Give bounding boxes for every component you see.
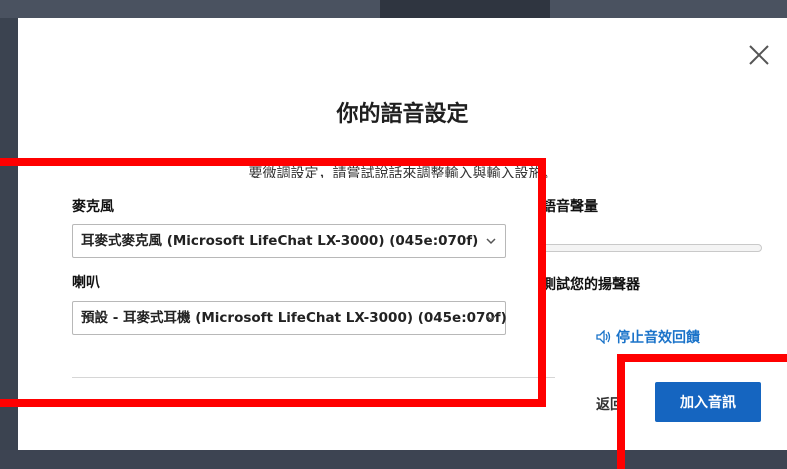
dialog-title: 你的語音設定: [336, 102, 469, 127]
back-button[interactable]: 返回: [596, 394, 624, 414]
microphone-label: 麥克風: [72, 199, 114, 215]
chevron-down-icon: [486, 315, 496, 322]
speaker-icon: [596, 330, 611, 344]
microphone-selected-value: 耳麥式麥克風 (Microsoft LifeChat LX-3000) (045…: [81, 233, 479, 249]
speaker-label: 喇叭: [72, 275, 100, 291]
speaker-select[interactable]: 預設 - 耳麥式耳機 (Microsoft LifeChat LX-3000) …: [72, 301, 507, 335]
backdrop-strip: [380, 0, 550, 18]
close-button[interactable]: [746, 42, 772, 68]
test-speaker-label: 測試您的揚聲器: [542, 277, 640, 293]
audio-settings-dialog: 你的語音設定 要微調設定，請嘗試說話來調整輸入與輸入設施。 麥克風 耳麥式麥克風…: [18, 18, 787, 450]
close-icon: [749, 45, 769, 65]
stop-feedback-label: 停止音效回饋: [616, 330, 700, 346]
divider: [72, 377, 555, 378]
backdrop-bottom: [0, 450, 787, 469]
chevron-down-icon: [486, 238, 496, 245]
volume-label: 語音聲量: [542, 199, 598, 215]
join-audio-button[interactable]: 加入音訊: [655, 382, 761, 422]
stop-feedback-link[interactable]: 停止音效回饋: [596, 327, 700, 347]
microphone-select[interactable]: 耳麥式麥克風 (Microsoft LifeChat LX-3000) (045…: [72, 224, 506, 258]
volume-meter: [542, 244, 762, 252]
speaker-selected-value: 預設 - 耳麥式耳機 (Microsoft LifeChat LX-3000) …: [81, 310, 507, 326]
